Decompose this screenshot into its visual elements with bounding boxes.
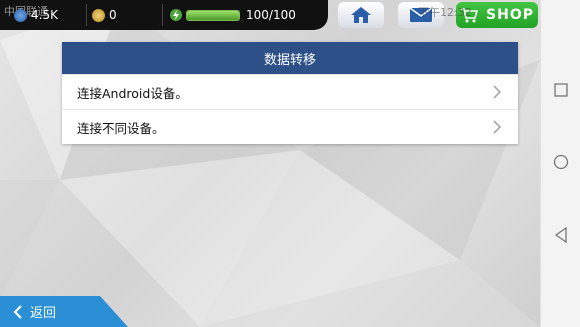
triangle-back-icon (554, 227, 567, 243)
chevron-right-icon (493, 120, 502, 134)
energy-value: 100/100 (246, 8, 296, 22)
list-item-label: 连接Android设备。 (77, 85, 188, 101)
list-item-connect-android[interactable]: 连接Android设备。 (62, 74, 518, 109)
recents-button[interactable] (551, 80, 571, 100)
list-item-label: 连接不同设备。 (77, 120, 165, 136)
hud-divider (162, 4, 163, 26)
chevron-left-icon (13, 304, 22, 319)
coin-icon (92, 8, 105, 22)
diamonds-counter: 4.5K (14, 0, 58, 30)
hud-divider (86, 4, 87, 26)
top-hud: 中国联通 4.5K 0 100/100 (0, 0, 328, 30)
nav-back-button[interactable] (551, 225, 571, 245)
diamonds-value: 4.5K (31, 8, 58, 22)
energy-bar-fill (187, 10, 239, 20)
shop-label: SHOP (486, 7, 534, 23)
status-time: 下午12:32 (418, 6, 472, 19)
diamond-icon (14, 8, 27, 22)
chevron-right-icon (493, 85, 502, 99)
data-transfer-panel: 数据转移 连接Android设备。 连接不同设备。 (62, 42, 518, 144)
coins-value: 0 (109, 8, 117, 22)
energy-bar (186, 9, 240, 21)
home-icon (351, 7, 371, 23)
coins-counter: 0 (92, 0, 117, 30)
square-icon (554, 83, 568, 97)
energy-meter: 100/100 (170, 0, 296, 30)
circle-icon (553, 154, 569, 170)
panel-title: 数据转移 (62, 42, 518, 74)
back-label: 返回 (30, 306, 57, 321)
system-nav-bar (540, 0, 580, 327)
home-nav-button[interactable] (551, 152, 571, 172)
home-button[interactable] (338, 2, 384, 28)
list-item-connect-other-device[interactable]: 连接不同设备。 (62, 109, 518, 144)
lightning-icon (170, 9, 182, 21)
